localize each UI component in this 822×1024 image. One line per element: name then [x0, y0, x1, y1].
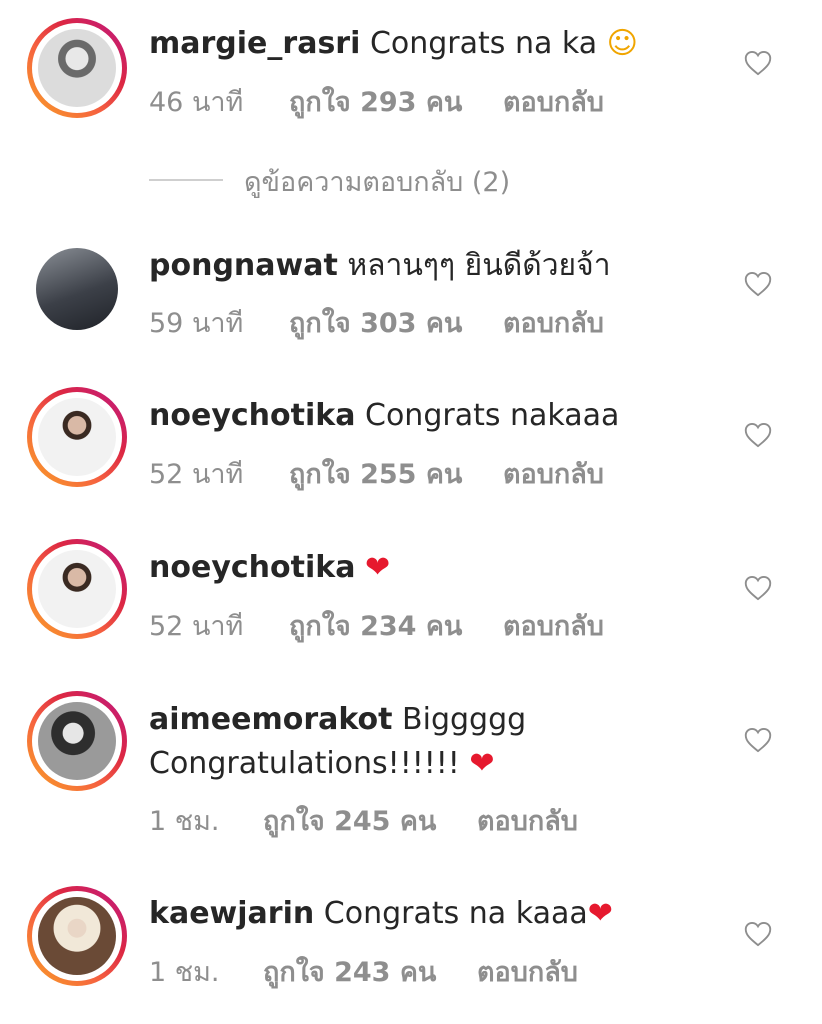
- avatar-story-ring[interactable]: [27, 18, 127, 118]
- comment-body: margie_rasri Congrats na ka ☺: [149, 22, 709, 66]
- avatar: [38, 29, 116, 107]
- avatar: [38, 702, 116, 780]
- comment-time: 59 นาที: [149, 308, 244, 339]
- heart-emoji-icon: ❤: [587, 896, 613, 931]
- comment-likes[interactable]: ถูกใจ 293 คน: [289, 80, 462, 123]
- comment-likes[interactable]: ถูกใจ 303 คน: [289, 301, 462, 344]
- comment-time: 46 นาที: [149, 87, 244, 118]
- reply-button[interactable]: ตอบกลับ: [503, 452, 604, 495]
- avatar-story-ring[interactable]: [27, 387, 127, 487]
- comment-body: noeychotika ❤: [149, 546, 709, 590]
- comment-time: 52 นาที: [149, 459, 244, 490]
- comment-time: 52 นาที: [149, 611, 244, 642]
- avatar: [38, 550, 116, 628]
- comment-username[interactable]: margie_rasri: [149, 26, 360, 61]
- avatar[interactable]: [36, 248, 118, 330]
- comment-item: margie_rasri Congrats na ka ☺ 46 นาที ถู…: [0, 0, 822, 140]
- heart-emoji-icon: ❤: [469, 746, 495, 781]
- comment-username[interactable]: noeychotika: [149, 550, 355, 585]
- view-replies-label: ดูข้อความตอบกลับ (2): [244, 167, 511, 198]
- comment-item: noeychotika Congrats nakaaa 52 นาที ถูกใ…: [0, 372, 822, 502]
- avatar-story-ring[interactable]: [27, 886, 127, 986]
- reply-button[interactable]: ตอบกลับ: [477, 950, 578, 993]
- avatar: [38, 398, 116, 476]
- comment-body: kaewjarin Congrats na kaaa❤: [149, 892, 709, 936]
- heart-outline-icon[interactable]: [744, 271, 772, 297]
- avatar-story-ring[interactable]: [27, 691, 127, 791]
- avatar: [38, 897, 116, 975]
- comment-username[interactable]: aimeemorakot: [149, 702, 393, 737]
- heart-outline-icon[interactable]: [744, 575, 772, 601]
- comment-item: noeychotika ❤ 52 นาที ถูกใจ 234 คน ตอบกล…: [0, 524, 822, 654]
- comment-likes[interactable]: ถูกใจ 234 คน: [289, 604, 462, 647]
- comment-text: Congrats nakaaa: [365, 398, 620, 433]
- comment-text: Biggggg: [402, 702, 527, 737]
- comment-username[interactable]: pongnawat: [149, 248, 338, 283]
- comment-username[interactable]: noeychotika: [149, 398, 355, 433]
- comment-body: noeychotika Congrats nakaaa: [149, 394, 709, 438]
- comment-text: หลานๆๆ ยินดีด้วยจ้า: [347, 248, 611, 283]
- reply-button[interactable]: ตอบกลับ: [503, 80, 604, 123]
- heart-outline-icon[interactable]: [744, 921, 772, 947]
- heart-outline-icon[interactable]: [744, 50, 772, 76]
- heart-outline-icon[interactable]: [744, 422, 772, 448]
- comment-text: Congrats na ka: [369, 26, 598, 61]
- reply-button[interactable]: ตอบกลับ: [477, 799, 578, 842]
- comment-text: Congrats na kaaa: [323, 896, 588, 931]
- comment-time: 1 ชม.: [149, 806, 220, 837]
- comment-text-line2: Congratulations!!!!!!: [149, 746, 460, 781]
- avatar-story-ring[interactable]: [27, 539, 127, 639]
- smile-emoji-icon: ☺: [606, 26, 638, 61]
- reply-button[interactable]: ตอบกลับ: [503, 301, 604, 344]
- comment-time: 1 ชม.: [149, 957, 220, 988]
- comment-likes[interactable]: ถูกใจ 255 คน: [289, 452, 462, 495]
- heart-outline-icon[interactable]: [744, 727, 772, 753]
- reply-button[interactable]: ตอบกลับ: [503, 604, 604, 647]
- comment-item: kaewjarin Congrats na kaaa❤ 1 ชม. ถูกใจ …: [0, 870, 822, 1010]
- comment-likes[interactable]: ถูกใจ 243 คน: [263, 950, 436, 993]
- comment-body: aimeemorakot Biggggg Congratulations!!!!…: [149, 698, 709, 786]
- comment-item: aimeemorakot Biggggg Congratulations!!!!…: [0, 676, 822, 846]
- comment-username[interactable]: kaewjarin: [149, 896, 314, 931]
- comment-likes[interactable]: ถูกใจ 245 คน: [263, 799, 436, 842]
- comment-body: pongnawat หลานๆๆ ยินดีด้วยจ้า: [149, 244, 709, 288]
- comment-item: pongnawat หลานๆๆ ยินดีด้วยจ้า 59 นาที ถู…: [0, 230, 822, 350]
- view-replies-button[interactable]: ดูข้อความตอบกลับ (2): [149, 160, 649, 200]
- heart-emoji-icon: ❤: [365, 550, 391, 585]
- divider: [149, 179, 223, 181]
